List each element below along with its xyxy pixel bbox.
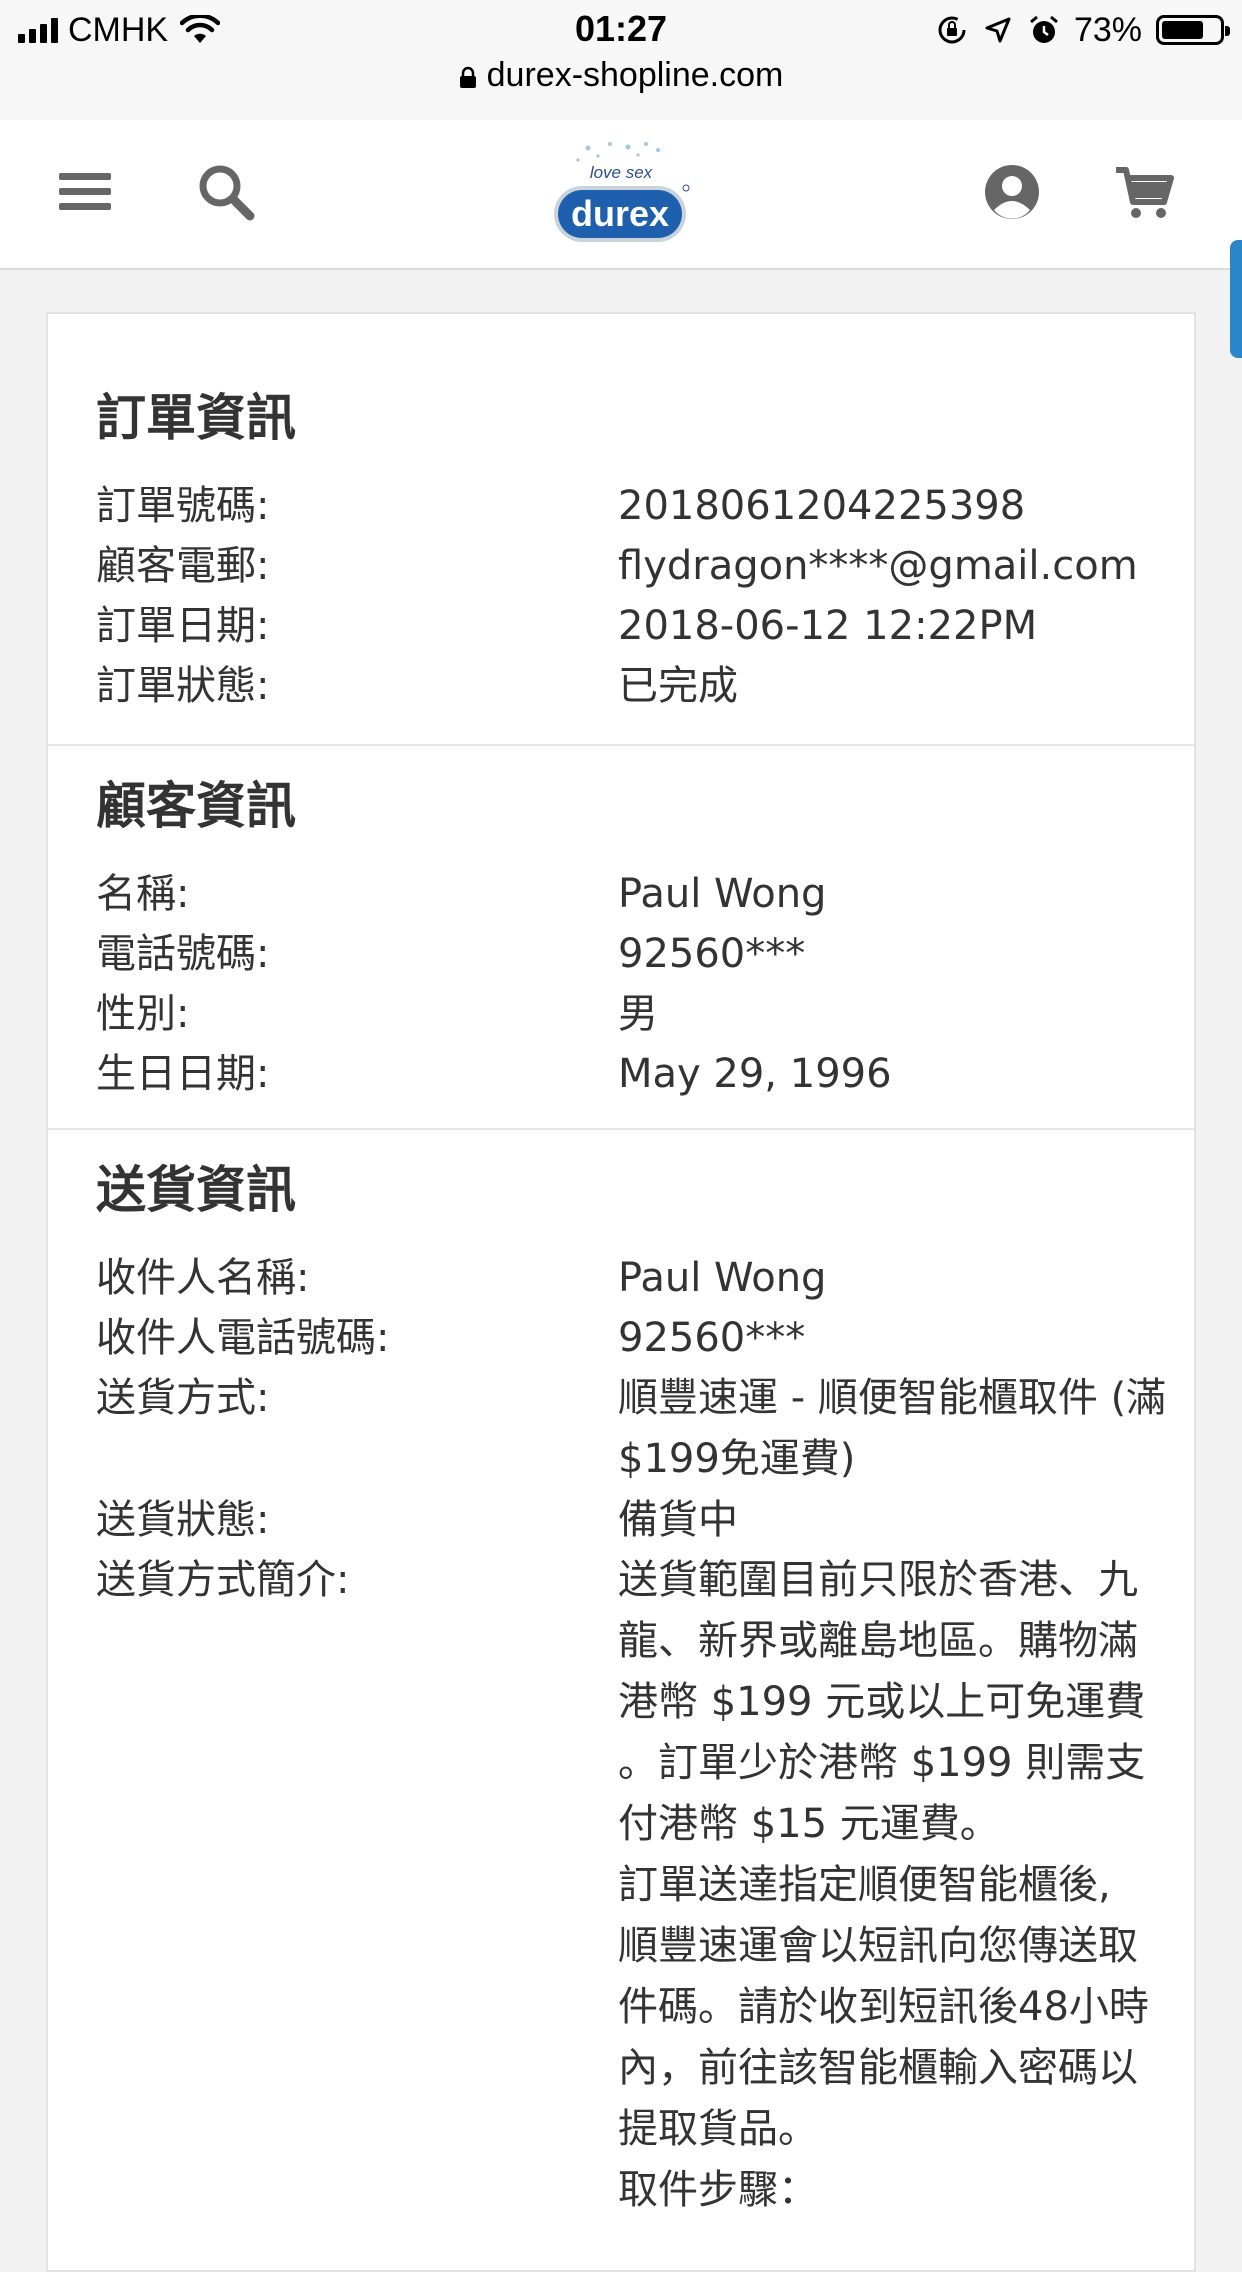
description-line: 件碼。請於收到短訊後48小時	[618, 1984, 1149, 2030]
menu-icon[interactable]	[56, 162, 116, 222]
description-line: 龍、新界或離島地區。購物滿	[618, 1618, 1138, 1664]
customer-gender-value: 男	[618, 991, 658, 1037]
delivery-status-label: 送貨狀態:	[96, 1497, 270, 1543]
recipient-phone-label: 收件人電話號碼:	[96, 1315, 390, 1361]
order-number-label: 訂單號碼:	[96, 483, 270, 529]
delivery-info-section: 送貨資訊 收件人名稱: Paul Wong 收件人電話號碼: 92560*** …	[48, 1128, 1194, 2270]
delivery-description-value: 送貨範圍目前只限於香港、九 龍、新界或離島地區。購物滿 港幣 $199 元或以上…	[618, 1550, 1238, 2221]
order-date-value: 2018-06-12 12:22PM	[618, 603, 1038, 649]
lock-icon	[459, 66, 476, 88]
customer-birthday-label: 生日日期:	[96, 1051, 270, 1097]
description-line: 取件步驟：	[618, 2167, 818, 2213]
delivery-status-value: 備貨中	[618, 1497, 738, 1543]
description-line: 順豐速運會以短訊向您傳送取	[618, 1923, 1138, 1969]
status-bar-right: 73%	[936, 10, 1230, 50]
account-icon[interactable]	[982, 162, 1042, 222]
delivery-method-line: 順豐速運 - 順便智能櫃取件 (滿	[618, 1375, 1167, 1421]
cart-icon[interactable]	[1114, 162, 1174, 222]
search-icon[interactable]	[196, 162, 256, 222]
durex-logo[interactable]: love sex durex	[548, 138, 694, 248]
address-bar[interactable]: durex-shopline.com	[0, 56, 1242, 95]
customer-info-section: 顧客資訊 名稱: Paul Wong 電話號碼: 92560*** 性別: 男 …	[48, 744, 1194, 1130]
status-bar: CMHK 01:27 73% durex-shopline.com	[0, 0, 1242, 121]
order-status-value: 已完成	[618, 663, 738, 709]
description-line: 。訂單少於港幣 $199 則需支	[618, 1740, 1146, 1786]
customer-phone-label: 電話號碼:	[96, 931, 270, 977]
svg-text:durex: durex	[571, 193, 669, 234]
customer-birthday-value: May 29, 1996	[618, 1051, 892, 1097]
delivery-method-value: 順豐速運 - 順便智能櫃取件 (滿 $199免運費)	[618, 1368, 1238, 1490]
url-text: durex-shopline.com	[486, 56, 784, 94]
order-status-label: 訂單狀態:	[96, 663, 270, 709]
customer-email-label: 顧客電郵:	[96, 543, 270, 589]
battery-percentage: 73%	[1073, 10, 1142, 49]
location-icon	[985, 17, 1011, 43]
order-info-section: 訂單資訊 訂單號碼: 2018061204225398 顧客電郵: flydra…	[48, 314, 1194, 744]
recipient-name-label: 收件人名稱:	[96, 1255, 310, 1301]
description-line: 送貨範圍目前只限於香港、九	[618, 1557, 1138, 1603]
rotation-lock-icon	[938, 16, 966, 44]
alarm-icon	[1029, 15, 1058, 43]
description-line: 付港幣 $15 元運費。	[618, 1801, 1000, 1847]
description-line: 內，前往該智能櫃輸入密碼以	[618, 2045, 1138, 2091]
description-line: 提取貨品。	[618, 2106, 818, 2152]
customer-phone-value: 92560***	[618, 931, 806, 977]
order-number-value: 2018061204225398	[618, 483, 1026, 529]
delivery-method-label: 送貨方式:	[96, 1375, 270, 1421]
customer-gender-label: 性別:	[96, 991, 190, 1037]
delivery-method-line: $199免運費)	[618, 1436, 856, 1482]
recipient-phone-value: 92560***	[618, 1315, 806, 1361]
order-info-title: 訂單資訊	[96, 389, 296, 447]
customer-name-value: Paul Wong	[618, 871, 827, 917]
delivery-description-label: 送貨方式簡介:	[96, 1557, 350, 1603]
side-floating-tab[interactable]	[1230, 240, 1242, 358]
delivery-info-title: 送貨資訊	[96, 1161, 296, 1219]
site-header: love sex durex	[0, 120, 1242, 270]
customer-name-label: 名稱:	[96, 871, 190, 917]
order-details-card: 訂單資訊 訂單號碼: 2018061204225398 顧客電郵: flydra…	[46, 312, 1196, 2272]
svg-text:love sex: love sex	[590, 163, 653, 182]
battery-icon	[1156, 15, 1230, 45]
description-line: 港幣 $199 元或以上可免運費	[618, 1679, 1146, 1725]
description-line: 訂單送達指定順便智能櫃後,	[618, 1862, 1111, 1908]
order-date-label: 訂單日期:	[96, 603, 270, 649]
customer-info-title: 顧客資訊	[96, 777, 296, 835]
customer-email-value: flydragon****@gmail.com	[618, 543, 1138, 589]
recipient-name-value: Paul Wong	[618, 1255, 827, 1301]
